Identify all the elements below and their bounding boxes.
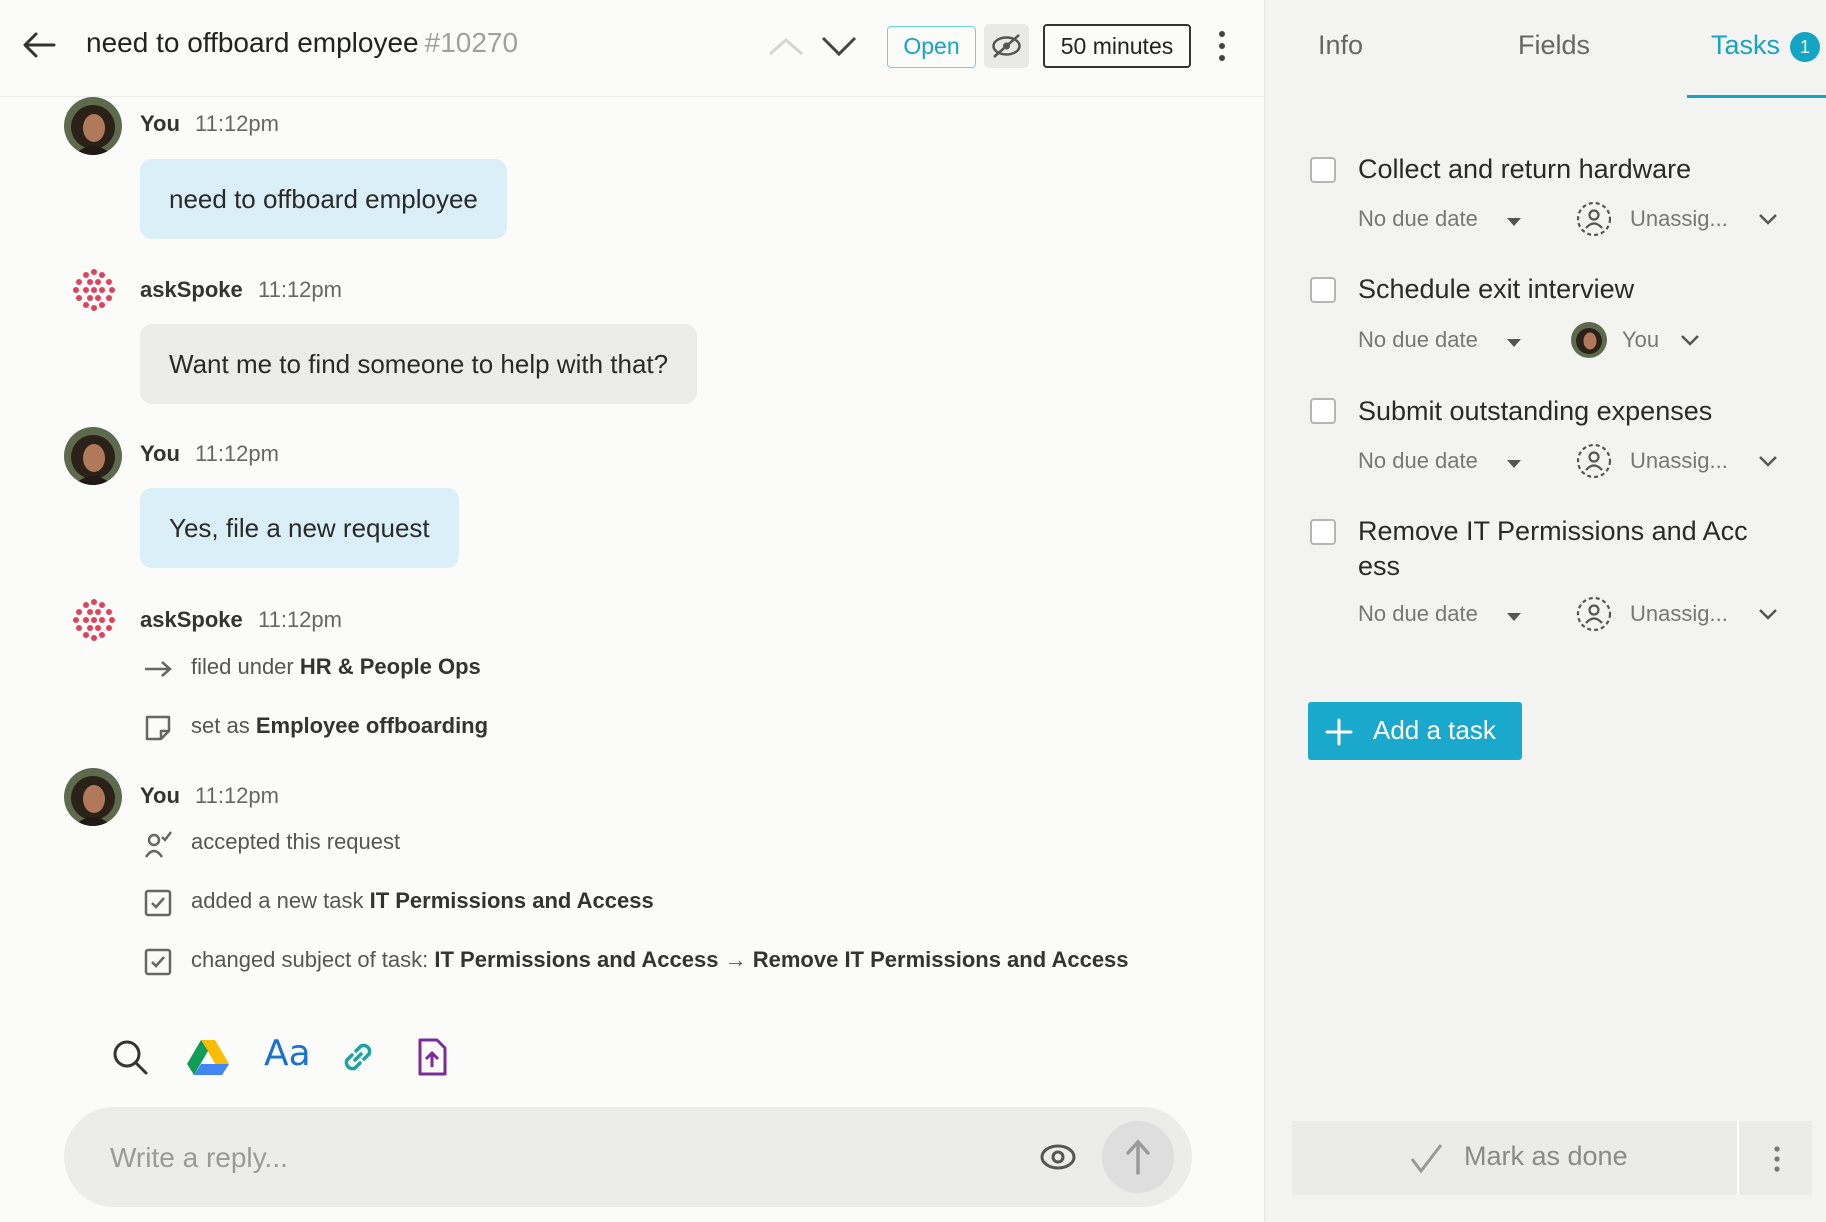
avatar[interactable] (64, 427, 122, 485)
message-author: You (140, 111, 180, 136)
send-button[interactable] (1102, 1121, 1174, 1193)
task-checkbox[interactable] (1310, 398, 1336, 424)
task-due-date[interactable]: No due date (1358, 206, 1478, 232)
message-bubble: Want me to find someone to help with tha… (140, 324, 698, 404)
tab-tasks[interactable]: Tasks (1711, 30, 1780, 61)
task-assignee[interactable]: Unassig... (1630, 601, 1728, 627)
caret-down-icon[interactable] (1506, 458, 1522, 470)
caret-down-icon[interactable] (1506, 611, 1522, 623)
event-text: added a new task IT Permissions and Acce… (191, 888, 654, 913)
chevron-down-icon[interactable] (1758, 212, 1778, 226)
conversation-pane: need to offboard employee #10270 Open 50 … (0, 0, 1264, 1222)
status-badge[interactable]: Open (887, 26, 976, 68)
task-due-date[interactable]: No due date (1358, 448, 1478, 474)
event-text: changed subject of task: IT Permissions … (191, 947, 1129, 972)
task-assignee[interactable]: Unassig... (1630, 448, 1728, 474)
tasks-count-badge: 1 (1790, 32, 1820, 62)
unassigned-user-icon (1576, 201, 1612, 237)
message-bubble: Yes, file a new request (140, 488, 459, 568)
task-title[interactable]: Remove IT Permissions and Acc ess (1358, 514, 1768, 584)
tab-info[interactable]: Info (1318, 30, 1363, 61)
request-header: need to offboard employee #10270 Open 50 … (0, 0, 1264, 97)
task-assignee[interactable]: Unassig... (1630, 206, 1728, 232)
avatar[interactable] (64, 768, 122, 826)
unassigned-user-icon (1576, 596, 1612, 632)
message-bubble: need to offboard employee (140, 159, 507, 239)
reply-input[interactable] (110, 1133, 1010, 1183)
caret-down-icon[interactable] (1506, 337, 1522, 349)
search-icon[interactable] (110, 1037, 150, 1077)
message-time: 11:12pm (258, 277, 342, 302)
request-id: #10270 (424, 27, 519, 58)
message-author: askSpoke (140, 277, 243, 302)
task-checkbox[interactable] (1310, 277, 1336, 303)
event-text: accepted this request (191, 829, 401, 854)
arrow-up-icon (1126, 1139, 1150, 1175)
task-assignee[interactable]: You (1622, 327, 1659, 353)
askspoke-logo-icon (73, 599, 115, 641)
mark-as-done-button[interactable]: Mark as done (1464, 1141, 1628, 1172)
request-title: need to offboard employee #10270 (86, 27, 518, 59)
message-author: You (140, 441, 180, 466)
sidebar-tabs: Info Fields Tasks (1265, 0, 1826, 98)
eye-icon[interactable] (1038, 1139, 1078, 1175)
task-checkbox[interactable] (1310, 157, 1336, 183)
task-checkbox[interactable] (1310, 519, 1336, 545)
message-author: You (140, 783, 180, 808)
chevron-up-icon[interactable] (766, 32, 806, 60)
chevron-down-icon[interactable] (1680, 333, 1700, 347)
back-arrow-icon[interactable] (22, 30, 56, 60)
google-drive-icon[interactable] (186, 1037, 230, 1077)
link-icon[interactable] (338, 1037, 378, 1077)
arrow-right-icon (145, 661, 172, 677)
user-avatar-icon (64, 97, 122, 155)
message-time: 11:12pm (258, 607, 342, 632)
eye-off-icon (992, 34, 1021, 58)
chevron-down-icon[interactable] (1758, 454, 1778, 468)
user-avatar-icon (1571, 322, 1607, 358)
divider (1737, 1121, 1739, 1195)
more-vertical-icon[interactable] (1770, 1143, 1784, 1175)
event-text: filed under HR & People Ops (191, 654, 481, 679)
chevron-down-icon[interactable] (1758, 607, 1778, 621)
event-text: set as Employee offboarding (191, 713, 489, 738)
chevron-down-icon[interactable] (819, 32, 859, 60)
task-title[interactable]: Schedule exit interview (1358, 272, 1758, 307)
private-toggle-button[interactable] (984, 24, 1029, 68)
user-avatar-icon (64, 427, 122, 485)
plus-icon (1325, 718, 1353, 746)
caret-down-icon[interactable] (1506, 216, 1522, 228)
unassigned-user-icon (1576, 443, 1612, 479)
more-vertical-icon[interactable] (1210, 28, 1234, 64)
text-format-icon[interactable]: Aa (264, 1033, 312, 1074)
message-time: 11:12pm (195, 441, 279, 466)
task-title[interactable]: Submit outstanding expenses (1358, 394, 1758, 429)
reply-composer (64, 1107, 1192, 1207)
message-time: 11:12pm (195, 783, 279, 808)
task-due-date[interactable]: No due date (1358, 327, 1478, 353)
user-check-icon (144, 831, 172, 858)
file-upload-icon[interactable] (412, 1037, 452, 1077)
checkmark-icon (1410, 1144, 1443, 1174)
avatar[interactable] (64, 97, 122, 155)
tab-fields[interactable]: Fields (1518, 30, 1590, 61)
checkbox-checked-icon (144, 948, 172, 976)
request-subject[interactable]: need to offboard employee (86, 27, 419, 58)
message-time: 11:12pm (195, 111, 279, 136)
task-due-date[interactable]: No due date (1358, 601, 1478, 627)
time-tracker[interactable]: 50 minutes (1043, 24, 1191, 68)
checkbox-checked-icon (144, 889, 172, 917)
task-title[interactable]: Collect and return hardware (1358, 152, 1758, 187)
user-avatar-icon (64, 768, 122, 826)
askspoke-logo-icon (73, 269, 115, 311)
note-icon (145, 715, 171, 741)
mark-as-done-bar: Mark as done (1292, 1121, 1812, 1195)
active-tab-indicator (1687, 95, 1826, 98)
message-author: askSpoke (140, 607, 243, 632)
